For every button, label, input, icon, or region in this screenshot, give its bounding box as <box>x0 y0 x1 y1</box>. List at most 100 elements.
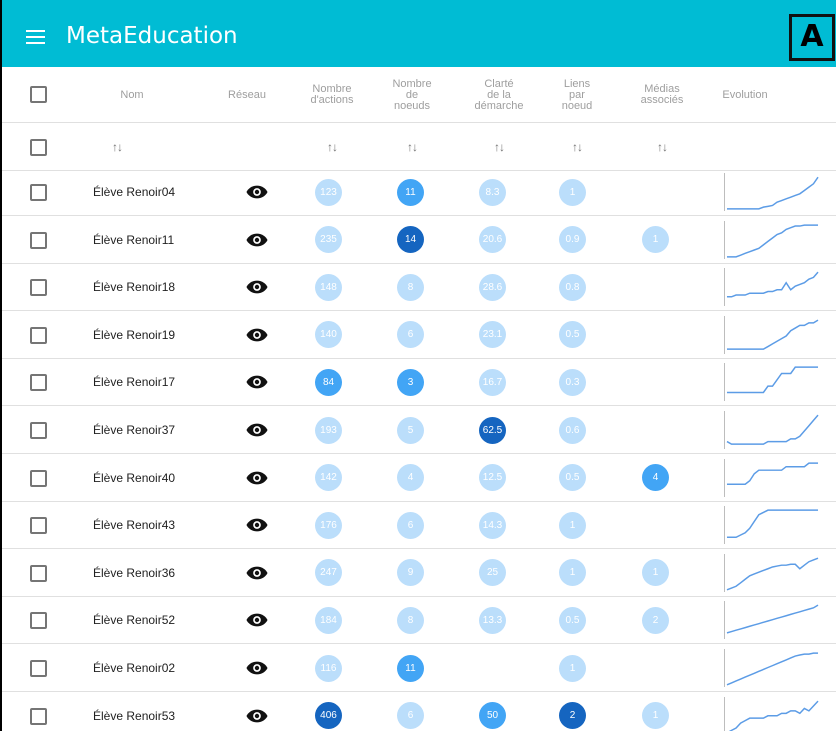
metric-badge-noeuds: 6 <box>397 321 424 349</box>
table-row[interactable]: Élève Renoir04 123 11 8.3 1 <box>2 168 836 216</box>
metric-badge-actions: 148 <box>315 273 342 301</box>
metric-badge-actions: 116 <box>315 654 342 682</box>
column-header-nom[interactable]: Nom <box>120 89 143 101</box>
metric-badge-liens: 1 <box>559 511 586 539</box>
column-header-clarte[interactable]: Clarté de la démarche <box>475 78 524 112</box>
row-checkbox[interactable] <box>30 374 47 392</box>
eye-icon[interactable] <box>246 470 268 486</box>
metric-badge-noeuds: 11 <box>397 178 424 206</box>
table-row[interactable]: Élève Renoir17 84 3 16.7 0.3 <box>2 358 836 407</box>
table-row[interactable]: Élève Renoir19 140 6 23.1 0.5 <box>2 311 836 359</box>
student-name: Élève Renoir18 <box>93 280 176 295</box>
table-row[interactable]: Élève Renoir36 247 9 25 1 1 <box>2 549 836 597</box>
sort-noeuds-icon[interactable]: ↑↓ <box>407 140 418 154</box>
metric-badge-actions: 123 <box>315 178 342 206</box>
table-row[interactable]: Élève Renoir18 148 8 28.6 0.8 <box>2 263 836 312</box>
sparkline-path <box>726 414 819 445</box>
sort-medias-icon[interactable]: ↑↓ <box>657 140 668 154</box>
sparkline-path <box>726 604 819 634</box>
filter-checkbox[interactable] <box>30 139 47 156</box>
column-header-liens[interactable]: Liens par noeud <box>562 78 593 112</box>
eye-icon[interactable] <box>246 184 268 200</box>
metric-badge-noeuds: 8 <box>397 273 424 301</box>
row-checkbox[interactable] <box>30 231 47 249</box>
row-checkbox[interactable] <box>30 184 47 201</box>
table-row[interactable]: Élève Renoir02 116 11 1 <box>2 644 836 692</box>
corner-badge: A <box>789 14 835 61</box>
row-checkbox[interactable] <box>30 660 47 677</box>
metric-badge-actions: 235 <box>315 226 342 254</box>
metric-badge-liens: 0.6 <box>559 416 586 444</box>
table-row[interactable]: Élève Renoir43 176 6 14.3 1 <box>2 501 836 550</box>
metric-badge-clarte: 23.1 <box>479 321 506 349</box>
row-checkbox[interactable] <box>30 469 47 487</box>
eye-icon[interactable] <box>246 660 268 676</box>
eye-icon[interactable] <box>246 374 268 390</box>
row-checkbox[interactable] <box>30 612 47 630</box>
metric-badge-liens: 0.5 <box>559 606 586 634</box>
metric-badge-clarte: 20.6 <box>479 226 506 254</box>
hamburger-menu-icon[interactable] <box>26 30 45 44</box>
table-row[interactable]: Élève Renoir52 184 8 13.3 0.5 2 <box>2 596 836 645</box>
metric-badge-liens: 1 <box>559 559 586 587</box>
row-checkbox[interactable] <box>30 517 47 535</box>
student-name: Élève Renoir19 <box>93 327 176 342</box>
eye-icon[interactable] <box>246 422 268 438</box>
metric-badge-medias: 1 <box>642 702 669 730</box>
eye-icon[interactable] <box>246 708 268 724</box>
eye-icon[interactable] <box>246 279 268 295</box>
column-header-reseau[interactable]: Réseau <box>228 89 266 101</box>
sparkline-path <box>726 271 819 298</box>
evolution-sparkline <box>724 363 819 402</box>
eye-icon[interactable] <box>246 327 268 343</box>
metric-badge-actions: 84 <box>315 368 342 396</box>
metric-badge-clarte: 50 <box>479 702 506 730</box>
metric-badge-clarte: 8.3 <box>479 178 506 206</box>
table-row[interactable]: Élève Renoir53 406 6 50 2 1 <box>2 692 836 731</box>
sort-nom-icon[interactable]: ↑↓ <box>112 140 123 154</box>
eye-icon[interactable] <box>246 612 268 628</box>
sort-actions-icon[interactable]: ↑↓ <box>327 140 338 154</box>
eye-icon[interactable] <box>246 232 268 248</box>
row-checkbox[interactable] <box>30 279 47 297</box>
sparkline-path <box>726 509 819 539</box>
sparkline-path <box>726 176 819 210</box>
table-row[interactable]: Élève Renoir37 193 5 62.5 0.6 <box>2 406 836 454</box>
sort-liens-icon[interactable]: ↑↓ <box>572 140 583 154</box>
column-header-evolution: Evolution <box>722 88 768 101</box>
table-row[interactable]: Élève Renoir11 235 14 20.6 0.9 1 <box>2 216 836 264</box>
row-checkbox[interactable] <box>30 422 47 439</box>
eye-icon[interactable] <box>246 565 268 581</box>
metric-badge-noeuds: 6 <box>397 702 424 730</box>
metric-badge-actions: 142 <box>315 464 342 492</box>
metric-badge-noeuds: 3 <box>397 368 424 396</box>
column-header-medias[interactable]: Médias associés <box>641 84 684 106</box>
table-row[interactable]: Élève Renoir40 142 4 12.5 0.5 4 <box>2 454 836 502</box>
evolution-sparkline <box>724 601 819 640</box>
metric-badge-noeuds: 8 <box>397 606 424 634</box>
metric-badge-medias: 1 <box>642 559 669 587</box>
evolution-sparkline <box>724 649 819 687</box>
metric-badge-noeuds: 9 <box>397 559 424 587</box>
column-header-actions[interactable]: Nombre d'actions <box>310 84 353 106</box>
student-name: Élève Renoir11 <box>93 232 175 247</box>
eye-icon[interactable] <box>246 517 268 533</box>
table-header-row: Nom Réseau Nombre d'actions Nombre de noeud… <box>2 67 836 123</box>
metric-badge-liens: 0.5 <box>559 321 586 349</box>
sparkline-path <box>726 652 819 686</box>
student-name: Élève Renoir53 <box>93 708 176 723</box>
student-name: Élève Renoir36 <box>93 565 176 580</box>
student-name: Élève Renoir52 <box>93 613 176 628</box>
sparkline-path <box>726 557 819 591</box>
select-all-checkbox[interactable] <box>30 86 47 103</box>
sort-clarte-icon[interactable]: ↑↓ <box>494 140 505 154</box>
metric-badge-clarte: 12.5 <box>479 464 506 492</box>
metric-badge-actions: 193 <box>315 416 342 444</box>
row-checkbox[interactable] <box>30 564 47 582</box>
app-title: MetaEducation <box>66 23 238 49</box>
row-checkbox[interactable] <box>30 707 47 725</box>
row-checkbox[interactable] <box>30 326 47 344</box>
metric-badge-medias: 2 <box>642 606 669 634</box>
metric-badge-medias: 4 <box>642 464 669 492</box>
column-header-noeuds[interactable]: Nombre de noeuds <box>392 78 431 112</box>
